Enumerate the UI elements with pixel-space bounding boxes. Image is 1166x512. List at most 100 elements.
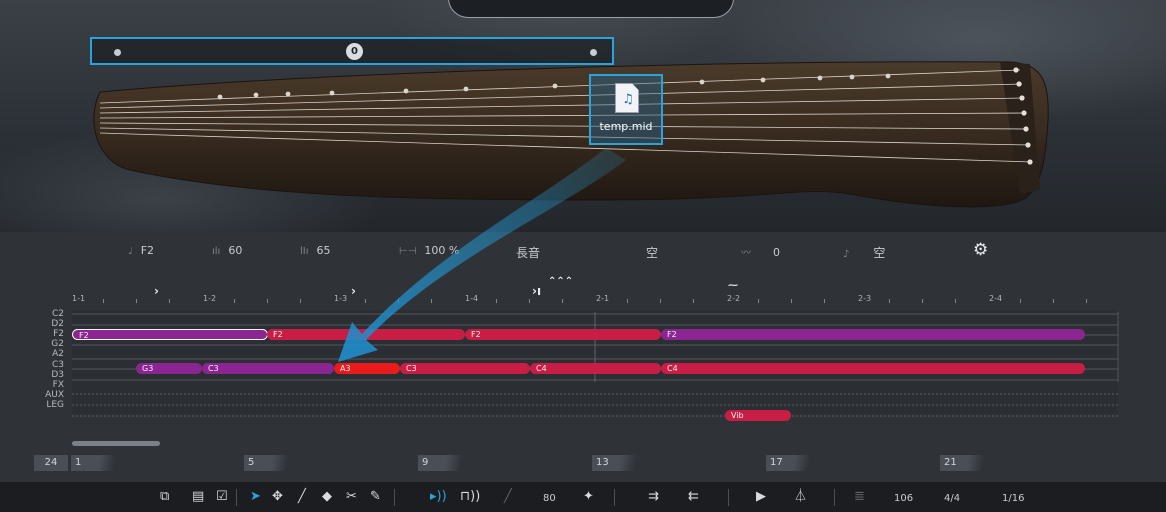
range-max-dot[interactable] bbox=[590, 49, 597, 56]
param-velocity-range[interactable]: lIı 65 bbox=[300, 244, 331, 257]
slide-icon: ♪ bbox=[843, 249, 850, 260]
hui-marker bbox=[329, 90, 335, 96]
ruler-tick bbox=[627, 299, 628, 303]
row-label: AUX bbox=[45, 390, 64, 400]
vibrato-icon: 〰 bbox=[741, 248, 751, 259]
midi-file-icon: ♫ bbox=[615, 83, 639, 113]
pin-icon[interactable]: ✦ bbox=[583, 489, 594, 505]
instrument-view: 0 ♫ temp.mid bbox=[0, 0, 1166, 232]
note-block[interactable]: C4 bbox=[661, 363, 1085, 374]
timeline-marker[interactable]: 5 bbox=[244, 455, 294, 471]
scissors-tool-icon[interactable]: ✂ bbox=[346, 489, 357, 505]
time-signature[interactable]: 4/4 bbox=[944, 491, 960, 507]
note-block[interactable]: F2 bbox=[661, 329, 1085, 340]
note-block[interactable]: F2 bbox=[465, 329, 661, 340]
note-block[interactable]: F2 bbox=[267, 329, 465, 340]
audition-icon[interactable]: ▸)) bbox=[430, 489, 447, 505]
range-knob[interactable]: 0 bbox=[346, 43, 363, 60]
play-icon[interactable]: ▶ bbox=[756, 489, 766, 505]
hui-marker bbox=[285, 91, 291, 97]
param-articulation[interactable]: 長音 bbox=[516, 244, 540, 261]
quantize-value[interactable]: 1/16 bbox=[1002, 491, 1024, 507]
note-block[interactable]: F2 bbox=[72, 329, 268, 340]
music-note-icon: ♫ bbox=[622, 92, 634, 107]
ruler-tick bbox=[889, 299, 890, 303]
tempo-icon: ≣ bbox=[854, 489, 865, 504]
param-vibrato[interactable]: 〰 0 bbox=[741, 244, 780, 259]
ruler-tick bbox=[169, 299, 170, 303]
bar-label: 2-3 bbox=[858, 294, 872, 303]
hui-marker bbox=[699, 79, 705, 85]
brush-tool-icon[interactable]: ✎ bbox=[370, 489, 381, 505]
param-velocity[interactable]: ılı 60 bbox=[212, 244, 242, 257]
ruler-tick bbox=[398, 299, 399, 303]
tremolo-mark-icon[interactable]: ⌃⌃⌃ bbox=[548, 276, 573, 287]
overview-timeline[interactable]: 24 1 5 9 13 17 21 bbox=[34, 455, 1134, 473]
mute-audition-icon[interactable]: ⊓)) bbox=[460, 489, 480, 505]
timeline-ruler[interactable]: › › ›ı ⌃⌃⌃ ⁓ 1-1 1-2 1-3 1-4 2-1 2-2 2-3… bbox=[70, 276, 1120, 306]
row-label: C2 bbox=[51, 309, 64, 319]
note-block[interactable]: G3 bbox=[136, 363, 202, 374]
ruler-tick bbox=[234, 299, 235, 303]
ruler-tick bbox=[1020, 299, 1021, 303]
param-slide[interactable]: ♪ 空 bbox=[843, 244, 885, 261]
timeline-marker[interactable]: 9 bbox=[418, 455, 468, 471]
slide-mark-icon[interactable]: ⁓ bbox=[728, 280, 738, 291]
row-label: D3 bbox=[51, 370, 64, 380]
document-icon[interactable]: ▤ bbox=[192, 489, 204, 505]
length-icon: ⊢⊣ bbox=[399, 246, 417, 257]
param-note[interactable]: ♩ F2 bbox=[128, 244, 154, 257]
timeline-length[interactable]: 24 bbox=[34, 455, 68, 471]
timeline-marker[interactable]: 17 bbox=[766, 455, 816, 471]
articulation-mark-icon[interactable]: ›ı bbox=[532, 284, 541, 298]
tuning-peg bbox=[1016, 81, 1022, 87]
note-block[interactable]: C3 bbox=[202, 363, 334, 374]
row-label: A2 bbox=[52, 349, 64, 359]
articulation-mark-icon[interactable]: › bbox=[154, 284, 159, 298]
move-tool-icon[interactable]: ✥ bbox=[272, 489, 283, 505]
shift-left-icon[interactable]: ⇇ bbox=[688, 489, 699, 505]
draw-tool-icon[interactable]: ╱ bbox=[298, 489, 306, 505]
eraser-tool-icon[interactable]: ◆ bbox=[322, 489, 332, 505]
settings-icon[interactable]: ⚙ bbox=[973, 240, 988, 260]
toolbar-separator bbox=[834, 489, 835, 506]
tuning-peg bbox=[1023, 126, 1029, 132]
bar-label: 1-4 bbox=[465, 294, 479, 303]
ruler-tick bbox=[431, 299, 432, 303]
edit-menu-icon[interactable]: ☑ bbox=[216, 489, 228, 505]
timeline-marker[interactable]: 21 bbox=[940, 455, 990, 471]
select-tool-icon[interactable]: ➤ bbox=[250, 489, 261, 505]
param-velocity-range-value: 65 bbox=[316, 244, 331, 257]
row-label: LEG bbox=[46, 400, 64, 410]
bar-label: 2-1 bbox=[596, 294, 610, 303]
shift-right-icon[interactable]: ⇉ bbox=[648, 489, 659, 505]
tempo-value[interactable]: 106 bbox=[894, 491, 913, 507]
midi-file-name: temp.mid bbox=[599, 120, 653, 133]
range-slider[interactable]: 0 bbox=[90, 37, 614, 65]
note-block[interactable]: C3 bbox=[400, 363, 530, 374]
toolbar-separator bbox=[728, 489, 729, 506]
timeline-marker[interactable]: 13 bbox=[592, 455, 642, 471]
legato-vibrato-block[interactable]: Vib bbox=[725, 410, 791, 421]
midi-file-drag-item[interactable]: ♫ temp.mid bbox=[589, 74, 663, 145]
note-block[interactable]: C4 bbox=[530, 363, 661, 374]
param-modifier[interactable]: 空 bbox=[646, 244, 658, 261]
ruler-tick bbox=[955, 299, 956, 303]
velocity-value[interactable]: 80 bbox=[543, 491, 556, 507]
bar-label: 1-3 bbox=[334, 294, 348, 303]
note-icon: ♩ bbox=[128, 246, 133, 257]
copy-icon[interactable]: ⧉ bbox=[160, 489, 169, 505]
note-block[interactable]: A3 bbox=[334, 363, 400, 374]
range-min-dot[interactable] bbox=[114, 49, 121, 56]
param-vibrato-value: 0 bbox=[773, 246, 780, 259]
param-length[interactable]: ⊢⊣ 100 % bbox=[399, 244, 459, 257]
ruler-tick bbox=[693, 299, 694, 303]
timeline-marker[interactable]: 1 bbox=[71, 455, 121, 471]
toolbar-separator bbox=[614, 489, 615, 506]
bar-label: 2-4 bbox=[989, 294, 1003, 303]
horizontal-scrollbar-thumb[interactable] bbox=[72, 441, 160, 446]
velocity-range-icon: lIı bbox=[300, 246, 309, 257]
metronome-icon[interactable]: ⏃ bbox=[794, 489, 807, 505]
articulation-mark-icon[interactable]: › bbox=[351, 284, 356, 298]
velocity-pen-icon[interactable]: ╱ bbox=[504, 489, 512, 505]
